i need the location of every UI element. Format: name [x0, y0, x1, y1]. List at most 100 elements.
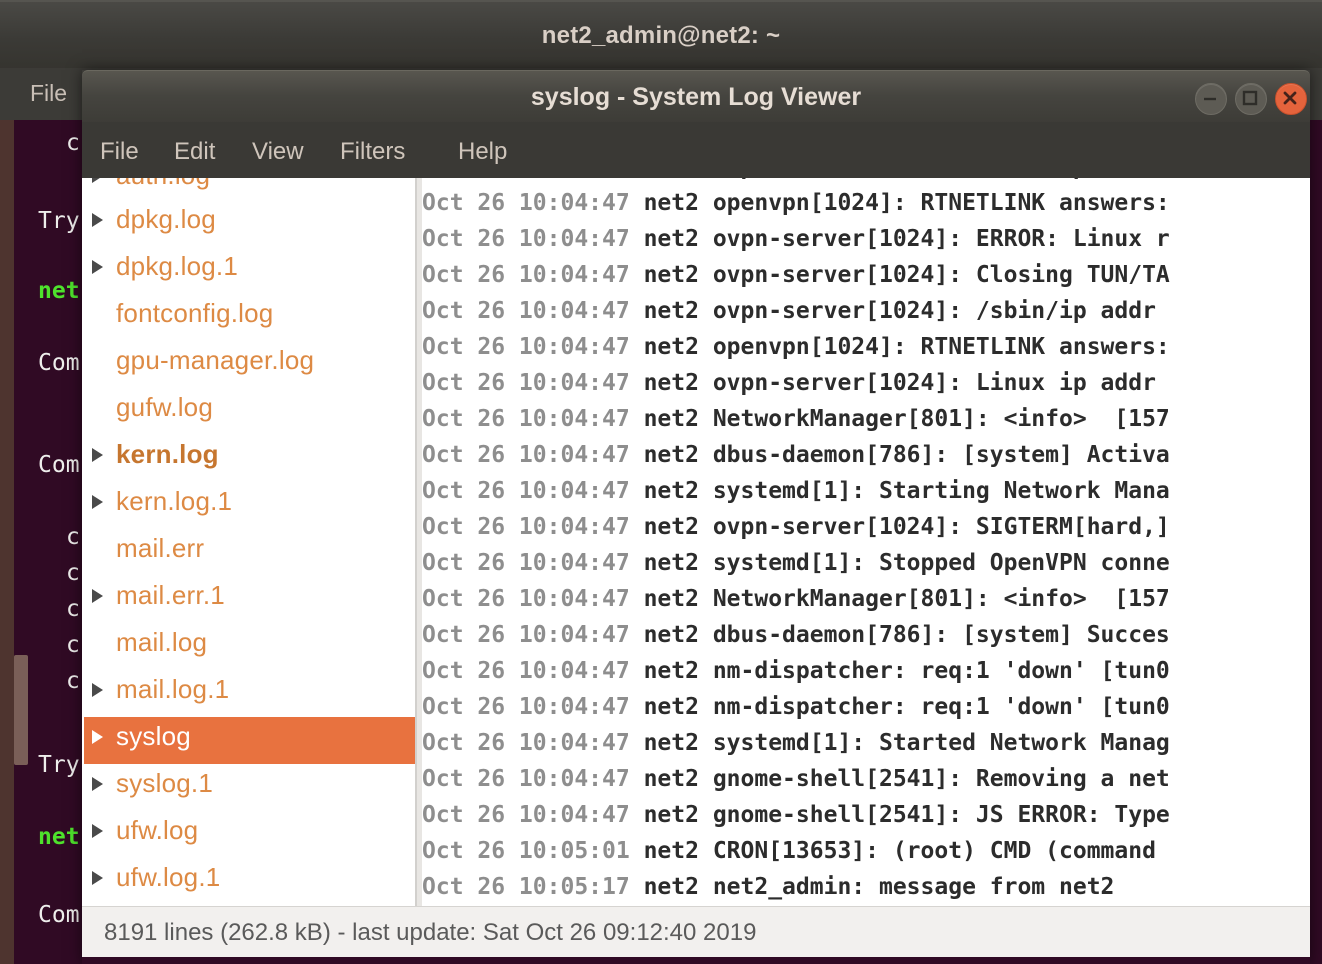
- log-message: net2 NetworkManager[801]: <info> [157: [644, 586, 1170, 612]
- log-file-list[interactable]: auth.log dpkg.log dpkg.log.1 fontconfig.…: [84, 178, 415, 906]
- log-line: Oct 26 10:04:47 net2 openvpn[1024]: RTNE…: [422, 192, 1310, 215]
- log-timestamp: Oct 26 10:04:47: [422, 262, 630, 288]
- terminal-line: c: [66, 562, 80, 585]
- status-bar: 8191 lines (262.8 kB) - last update: Sat…: [82, 906, 1310, 957]
- expander-triangle-icon[interactable]: [92, 824, 103, 838]
- log-message: net2 systemd[1]: Started Network Manag: [644, 730, 1170, 756]
- log-viewer-titlebar[interactable]: syslog - System Log Viewer: [82, 70, 1310, 123]
- list-item-label: fontconfig.log: [116, 298, 273, 329]
- menu-view[interactable]: View: [248, 136, 308, 168]
- log-message: net2 nm-dispatcher: req:1 'down' [tun0: [644, 694, 1170, 720]
- list-item-label: kern.log.1: [116, 486, 232, 517]
- list-item-label: kern.log: [116, 439, 219, 470]
- expander-triangle-icon[interactable]: [92, 448, 103, 462]
- sidebar-item-syslog[interactable]: syslog: [84, 717, 415, 764]
- log-timestamp: Oct 26 10:04:47: [422, 442, 630, 468]
- expander-triangle-icon[interactable]: [92, 777, 103, 791]
- log-line: Oct 26 10:04:47 net2 systemd[1]: Startin…: [422, 480, 1310, 503]
- log-line: Oct 26 10:04:47 net2 ovpn-server[1024]: …: [422, 228, 1310, 251]
- list-item-label: mail.err: [116, 533, 204, 564]
- log-timestamp: Oct 26 10:04:47: [422, 514, 630, 540]
- log-message: net2 nm-dispatcher: req:1 'down' [tun0: [644, 658, 1170, 684]
- log-timestamp: Oct 26 10:04:47: [422, 622, 630, 648]
- log-line: Oct 26 10:04:47 net2 ovpn-server[1024]: …: [422, 178, 1310, 179]
- log-message: net2 dbus-daemon[786]: [system] Succes: [644, 622, 1170, 648]
- log-message: net2 ovpn-server[1024]: ERROR: Linux r: [644, 226, 1170, 252]
- log-message: net2 systemd[1]: Stopped OpenVPN conne: [644, 550, 1170, 576]
- log-message: net2 ovpn-server[1024]: SIGTERM[hard,]: [644, 514, 1170, 540]
- expander-triangle-icon[interactable]: [92, 589, 103, 603]
- sidebar-item-dpkg-log[interactable]: dpkg.log: [84, 200, 415, 247]
- log-line: Oct 26 10:04:47 net2 NetworkManager[801]…: [422, 588, 1310, 611]
- terminal-menu-file[interactable]: File: [30, 80, 67, 107]
- window-title: syslog - System Log Viewer: [82, 83, 1310, 112]
- list-item-label: ufw.log: [116, 815, 198, 846]
- log-message: net2 gnome-shell[2541]: JS ERROR: Type: [644, 802, 1170, 828]
- expander-triangle-icon[interactable]: [92, 178, 103, 183]
- close-icon[interactable]: [1275, 83, 1307, 115]
- log-line: Oct 26 10:04:47 net2 nm-dispatcher: req:…: [422, 660, 1310, 683]
- log-line: Oct 26 10:04:47 net2 ovpn-server[1024]: …: [422, 516, 1310, 539]
- log-message: net2 ovpn-server[1024]: Linux ip addr: [644, 370, 1170, 396]
- log-message: net2 openvpn[1024]: RTNETLINK answers:: [644, 190, 1170, 216]
- sidebar-item-ufw-log-1[interactable]: ufw.log.1: [84, 858, 415, 905]
- log-message: net2 gnome-shell[2541]: Removing a net: [644, 766, 1170, 792]
- sidebar-item-mail-log[interactable]: mail.log: [84, 623, 415, 670]
- log-line: Oct 26 10:04:47 net2 dbus-daemon[786]: […: [422, 624, 1310, 647]
- menu-file[interactable]: File: [96, 136, 143, 168]
- log-text-pane[interactable]: Oct 26 10:04:47 net2 ovpn-server[1024]: …: [422, 178, 1310, 906]
- list-item-label: auth.log: [116, 178, 210, 191]
- terminal-line: c: [66, 598, 80, 621]
- status-text: 8191 lines (262.8 kB) - last update: Sat…: [104, 919, 756, 947]
- menu-help[interactable]: Help: [454, 136, 511, 168]
- sidebar-item-ufw-log[interactable]: ufw.log: [84, 811, 415, 858]
- log-timestamp: Oct 26 10:04:47: [422, 190, 630, 216]
- log-line: Oct 26 10:04:47 net2 NetworkManager[801]…: [422, 408, 1310, 431]
- expander-triangle-icon[interactable]: [92, 683, 103, 697]
- log-viewer-window: syslog - System Log Viewer File Edit Vie…: [82, 70, 1310, 964]
- sidebar-item-kern-log-1[interactable]: kern.log.1: [84, 482, 415, 529]
- log-message: net2 openvpn[1024]: RTNETLINK answers:: [644, 334, 1170, 360]
- sidebar-item-fontconfig-log[interactable]: fontconfig.log: [84, 294, 415, 341]
- minimize-icon[interactable]: [1195, 83, 1227, 115]
- log-message: net2 NetworkManager[801]: <info> [157: [644, 406, 1170, 432]
- menu-edit[interactable]: Edit: [170, 136, 219, 168]
- log-line: Oct 26 10:04:47 net2 gnome-shell[2541]: …: [422, 768, 1310, 791]
- log-message: net2 ovpn-server[1024]: Closing TUN/TA: [644, 262, 1170, 288]
- log-timestamp: Oct 26 10:04:47: [422, 478, 630, 504]
- sidebar-item-gpu-manager-log[interactable]: gpu-manager.log: [84, 341, 415, 388]
- list-item-label: gpu-manager.log: [116, 345, 314, 376]
- expander-triangle-icon[interactable]: [92, 260, 103, 274]
- log-timestamp: Oct 26 10:04:47: [422, 550, 630, 576]
- log-timestamp: Oct 26 10:04:47: [422, 586, 630, 612]
- sidebar-item-gufw-log[interactable]: gufw.log: [84, 388, 415, 435]
- log-timestamp: Oct 26 10:04:47: [422, 178, 630, 180]
- sidebar-item-syslog-1[interactable]: syslog.1: [84, 764, 415, 811]
- terminal-titlebar[interactable]: net2_admin@net2: ~: [0, 0, 1322, 70]
- log-timestamp: Oct 26 10:04:47: [422, 766, 630, 792]
- log-timestamp: Oct 26 10:04:47: [422, 334, 630, 360]
- sidebar-item-mail-log-1[interactable]: mail.log.1: [84, 670, 415, 717]
- sidebar-item-kern-log[interactable]: kern.log: [84, 435, 415, 482]
- list-item-label: dpkg.log.1: [116, 251, 238, 282]
- maximize-icon[interactable]: [1235, 83, 1267, 115]
- menu-filters[interactable]: Filters: [336, 136, 409, 168]
- sidebar-item-mail-err[interactable]: mail.err: [84, 529, 415, 576]
- list-item-label: mail.log: [116, 627, 207, 658]
- list-item-label: gufw.log: [116, 392, 213, 423]
- terminal-scrollbar[interactable]: [14, 655, 28, 765]
- log-timestamp: Oct 26 10:04:47: [422, 370, 630, 396]
- expander-triangle-icon[interactable]: [92, 730, 103, 744]
- list-item-label: mail.err.1: [116, 580, 225, 611]
- log-line: Oct 26 10:04:47 net2 gnome-shell[2541]: …: [422, 804, 1310, 827]
- log-message: net2 ovpn-server[1024]: /sbin/ip addr: [644, 298, 1170, 324]
- terminal-line: Com: [38, 454, 80, 477]
- sidebar-item-mail-err-1[interactable]: mail.err.1: [84, 576, 415, 623]
- expander-triangle-icon[interactable]: [92, 495, 103, 509]
- expander-triangle-icon[interactable]: [92, 213, 103, 227]
- expander-triangle-icon[interactable]: [92, 871, 103, 885]
- terminal-line: c: [66, 670, 80, 693]
- sidebar-item-dpkg-log-1[interactable]: dpkg.log.1: [84, 247, 415, 294]
- log-timestamp: Oct 26 10:04:47: [422, 802, 630, 828]
- log-line: Oct 26 10:04:47 net2 systemd[1]: Stopped…: [422, 552, 1310, 575]
